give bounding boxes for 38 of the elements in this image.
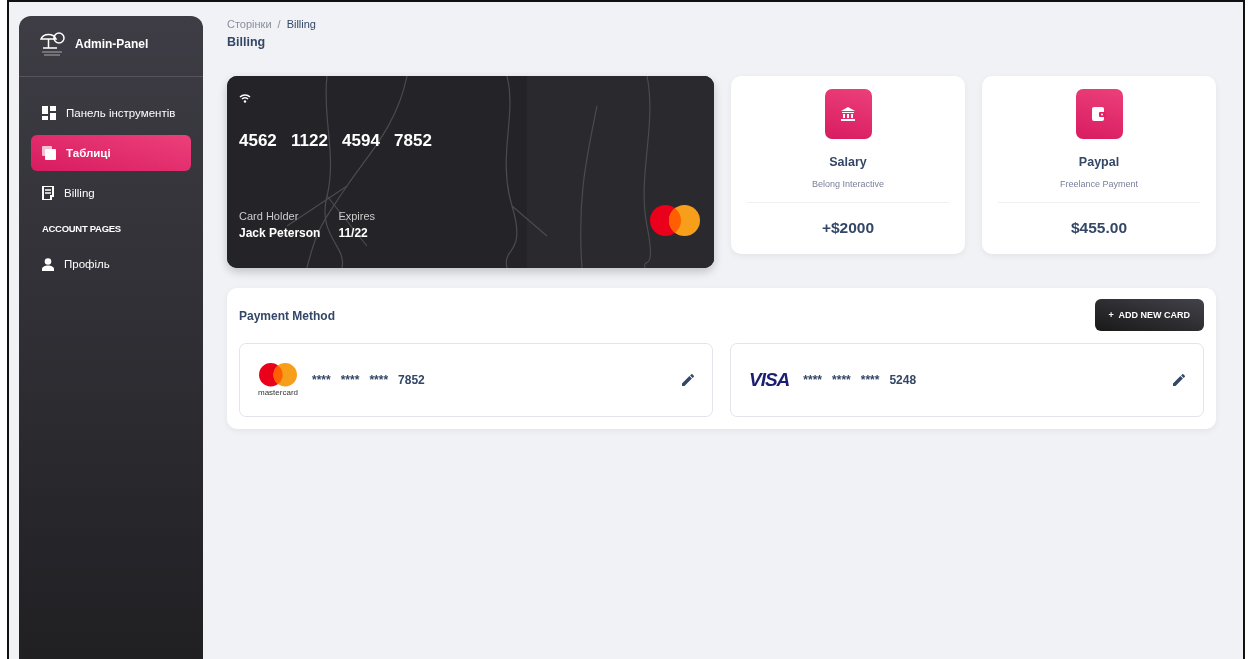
amount: $455.00 xyxy=(1071,219,1127,237)
section-title: Payment Method xyxy=(239,309,335,323)
card-title: Paypal xyxy=(1078,155,1120,169)
wallet-icon xyxy=(1092,107,1106,121)
brand-name: Admin-Panel xyxy=(75,37,149,51)
breadcrumb-separator: / xyxy=(277,18,281,30)
card-subtitle: Belong Interactive xyxy=(811,179,884,189)
wifi-icon xyxy=(239,94,251,103)
pencil-icon[interactable] xyxy=(1173,374,1185,386)
amount: +$2000 xyxy=(821,219,875,237)
sidebar-item[interactable]: Панель інструментів xyxy=(31,95,191,131)
sidebar-item[interactable]: Профіль xyxy=(31,246,191,282)
masked-card-number: **** **** **** 5248 xyxy=(803,373,917,387)
section-heading: ACCOUNT PAGES xyxy=(41,222,122,236)
field-label: Expires xyxy=(338,210,376,222)
expiry-date: 11/22 xyxy=(338,226,369,240)
card-title: Salary xyxy=(829,155,867,169)
card-number: 4562 1122 4594 7852 xyxy=(239,131,433,151)
circles-logo-icon xyxy=(259,363,297,387)
copy-icon xyxy=(42,146,56,160)
sidebar-item[interactable]: Billing xyxy=(31,175,191,211)
field-label: Card Holder xyxy=(239,210,300,222)
page-title: Billing xyxy=(227,35,267,49)
person-icon xyxy=(42,257,54,271)
bank-icon xyxy=(840,106,856,122)
masked-card-number: **** **** **** 7852 xyxy=(312,373,425,387)
breadcrumb-current: Billing xyxy=(286,18,316,30)
sidebar-item[interactable]: Таблиці xyxy=(31,135,191,171)
pencil-icon[interactable] xyxy=(682,374,694,386)
brand-logo: VISA xyxy=(749,369,790,391)
brand-label: mastercard xyxy=(258,387,298,397)
logo-icon xyxy=(39,30,65,58)
card-subtitle: Freelance Payment xyxy=(1059,179,1138,189)
receipt-icon xyxy=(42,186,54,200)
circles-logo-icon xyxy=(650,205,700,236)
dashboard-icon xyxy=(42,106,56,120)
card-holder: Jack Peterson xyxy=(239,226,321,240)
add-card-button[interactable]: + ADD NEW CARD xyxy=(1094,299,1204,331)
